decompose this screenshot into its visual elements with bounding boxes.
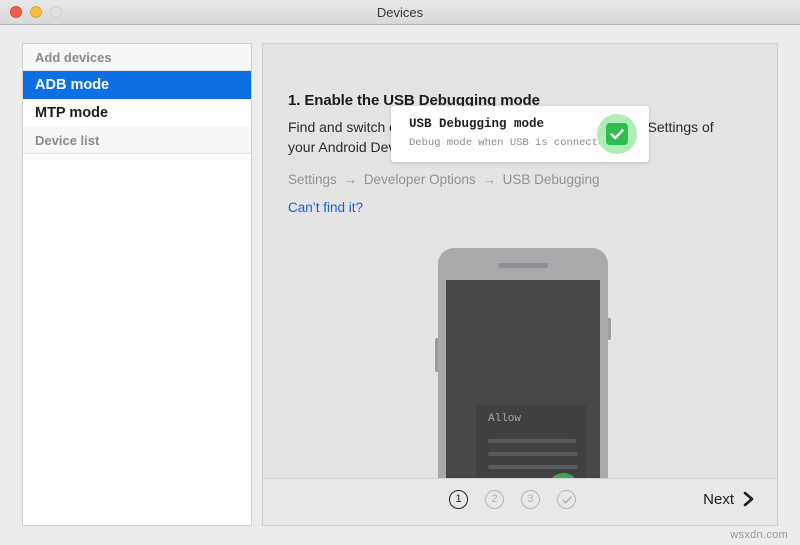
checkmark-icon[interactable] [606, 123, 628, 145]
phone-volume-button [435, 338, 438, 372]
wizard-footer: 1 2 3 Next [263, 478, 777, 525]
cant-find-it-link[interactable]: Can’t find it? [288, 200, 363, 215]
content-panel: 1. Enable the USB Debugging mode Find an… [262, 43, 778, 526]
step-indicator: 1 2 3 [449, 490, 576, 509]
breadcrumb-item-developer-options: Developer Options [363, 172, 476, 187]
window-title: Devices [376, 5, 424, 20]
toast-subtitle: Debug mode when USB is connected [409, 137, 611, 149]
breadcrumb-separator-icon: → [343, 172, 358, 187]
placeholder-line [488, 452, 578, 456]
breadcrumb: Settings → Developer Options → USB Debug… [288, 172, 599, 187]
toast-checkbox-halo [597, 114, 637, 154]
placeholder-line [488, 439, 576, 443]
phone-speaker [498, 263, 548, 268]
breadcrumb-item-settings: Settings [288, 172, 337, 187]
step-indicator-check-icon[interactable] [557, 490, 576, 509]
phone-power-button [608, 318, 611, 340]
step-indicator-3[interactable]: 3 [521, 490, 540, 509]
instruction-area: 1. Enable the USB Debugging mode Find an… [263, 44, 777, 478]
chevron-right-icon [743, 491, 754, 507]
next-button[interactable]: Next [703, 489, 757, 509]
phone-illustration: Allow OK [435, 248, 611, 478]
watermark: wsxdn.com [730, 529, 788, 541]
placeholder-line [488, 465, 578, 469]
sidebar: Add devices ADB mode MTP mode Device lis… [22, 43, 252, 526]
allow-dialog-title: Allow [488, 413, 522, 425]
phone-screen: Allow OK [446, 280, 600, 478]
breadcrumb-item-usb-debugging: USB Debugging [502, 172, 600, 187]
next-button-label: Next [703, 490, 734, 508]
allow-dialog: Allow OK [476, 405, 586, 478]
sidebar-item-mtp-mode[interactable]: MTP mode [23, 99, 251, 127]
step-indicator-1[interactable]: 1 [449, 490, 468, 509]
sidebar-header-device-list: Device list [23, 127, 251, 154]
sidebar-header-add-devices: Add devices [23, 44, 251, 71]
usb-debugging-toast: USB Debugging mode Debug mode when USB i… [391, 106, 649, 162]
window-titlebar: Devices [0, 0, 800, 25]
toast-title: USB Debugging mode [409, 117, 545, 131]
sidebar-item-adb-mode[interactable]: ADB mode [23, 71, 251, 99]
step-indicator-2[interactable]: 2 [485, 490, 504, 509]
breadcrumb-separator-icon: → [482, 172, 496, 187]
window-body: Add devices ADB mode MTP mode Device lis… [0, 25, 800, 545]
